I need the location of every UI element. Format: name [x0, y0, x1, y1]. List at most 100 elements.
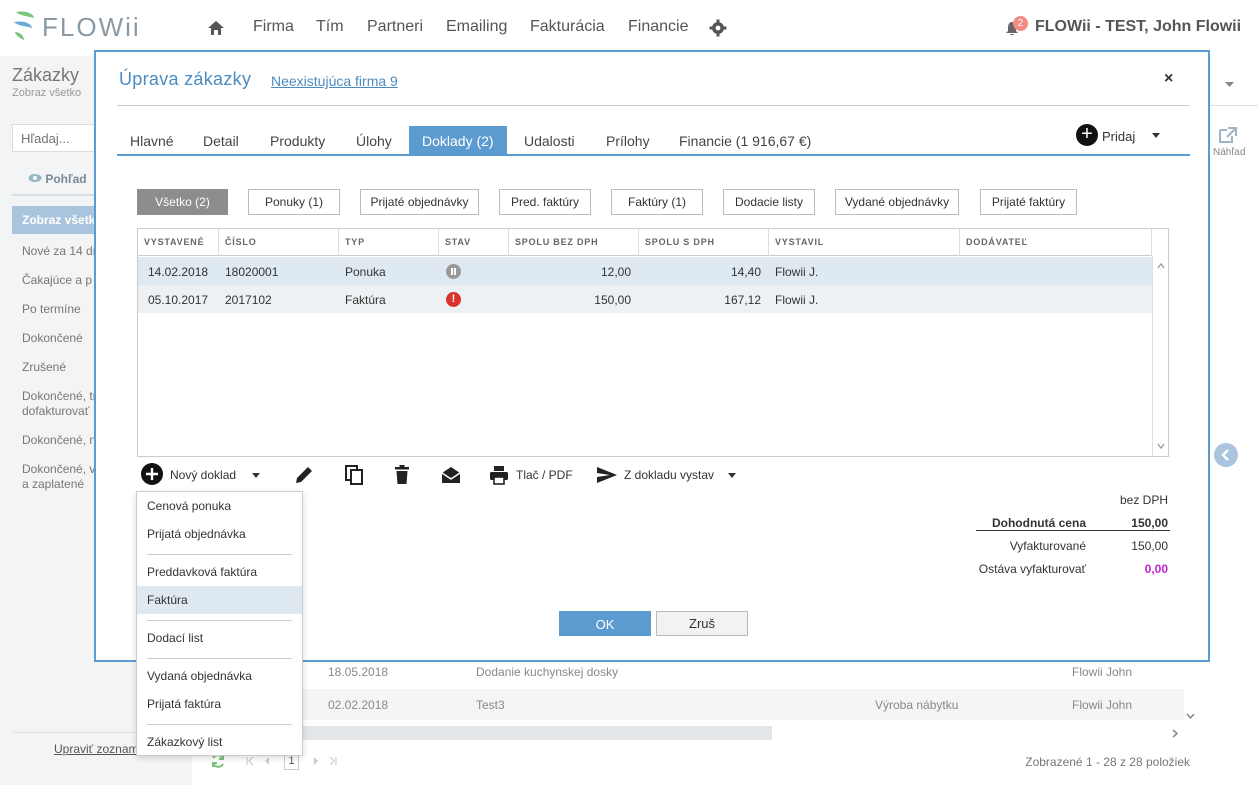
- pencil-icon[interactable]: [293, 464, 315, 486]
- right-dropdown-toggle[interactable]: [1210, 70, 1258, 106]
- column-header[interactable]: ČÍSLO: [219, 229, 339, 256]
- print-pdf-button[interactable]: Tlač / PDF: [488, 460, 578, 490]
- scroll-down-icon[interactable]: [1157, 442, 1165, 450]
- new-document-menu: Cenová ponuka Prijatá objednávka Preddav…: [136, 491, 303, 756]
- cell-type: Ponuka: [345, 265, 386, 279]
- cell-date: 14.02.2018: [148, 265, 209, 279]
- scroll-right-icon[interactable]: [1172, 729, 1179, 738]
- issue-from-document-button[interactable]: Z dokladu vystav: [597, 460, 751, 490]
- filter-received-invoices[interactable]: Prijaté faktúry: [980, 189, 1077, 215]
- filter-item[interactable]: Zrušené: [22, 360, 66, 375]
- menu-item-invoice[interactable]: Faktúra: [137, 586, 302, 614]
- external-link-icon[interactable]: [1218, 126, 1238, 144]
- scroll-down-icon[interactable]: [1186, 713, 1195, 720]
- preview-label[interactable]: Náhľad: [1213, 147, 1245, 158]
- filter-item[interactable]: Nové za 14 dn: [22, 244, 99, 259]
- menu-divider: [147, 724, 292, 725]
- filter-item[interactable]: Dokončené, tr dofakturovať: [22, 389, 97, 419]
- dialog-title: Úprava zákazky: [119, 69, 252, 89]
- collapse-panel-button[interactable]: [1214, 443, 1238, 467]
- menu-item-quote[interactable]: Cenová ponuka: [137, 492, 302, 520]
- agreed-price-row: Dohodnutá cena 150,00: [976, 513, 1171, 535]
- new-document-button[interactable]: Nový doklad: [141, 460, 266, 490]
- first-page-icon[interactable]: [246, 757, 254, 765]
- plus-circle-icon: [141, 463, 163, 485]
- user-account-name[interactable]: FLOWii - TEST, John Flowii: [1035, 18, 1241, 36]
- chevron-left-icon: [1221, 449, 1229, 461]
- tab-prilohy[interactable]: Prílohy: [593, 126, 663, 156]
- nav-tim[interactable]: Tím: [316, 18, 344, 36]
- filter-issued-orders[interactable]: Vydané objednávky: [835, 189, 959, 215]
- plus-icon: +: [1076, 124, 1098, 146]
- filter-item[interactable]: Čakajúce a p: [22, 273, 92, 288]
- cancel-button[interactable]: Zruš: [656, 611, 748, 636]
- tab-produkty[interactable]: Produkty: [257, 126, 338, 156]
- nav-emailing[interactable]: Emailing: [446, 18, 507, 36]
- nav-financie[interactable]: Financie: [628, 18, 688, 36]
- table-row[interactable]: 05.10.2017 2017102 Faktúra ! 150,00 167,…: [138, 285, 1152, 313]
- menu-item-issued-order[interactable]: Vydaná objednávka: [137, 662, 302, 690]
- column-header[interactable]: VYSTAVENÉ: [138, 229, 219, 256]
- vertical-scrollbar[interactable]: [1152, 256, 1169, 456]
- menu-item-delivery-note[interactable]: Dodací list: [137, 624, 302, 652]
- tab-detail[interactable]: Detail: [190, 126, 252, 156]
- cell-number: 18020001: [225, 265, 279, 279]
- nav-firma[interactable]: Firma: [253, 18, 294, 36]
- agreed-price-label: Dohodnutá cena: [991, 516, 1086, 530]
- tab-doklady[interactable]: Doklady (2): [409, 126, 507, 156]
- list-row[interactable]: 02.02.2018 Test3 Výroba nábytku Flowii J…: [300, 689, 1184, 720]
- menu-item-proforma-invoice[interactable]: Preddavková faktúra: [137, 558, 302, 586]
- view-header[interactable]: Pohľad: [28, 172, 87, 186]
- menu-item-received-invoice[interactable]: Prijatá faktúra: [137, 690, 302, 718]
- nav-fakturacia[interactable]: Fakturácia: [530, 18, 605, 36]
- close-icon[interactable]: ×: [1164, 70, 1173, 88]
- filter-item[interactable]: Dokončené: [22, 331, 83, 346]
- nav-partneri[interactable]: Partneri: [367, 18, 423, 36]
- column-header[interactable]: SPOLU S DPH: [639, 229, 769, 256]
- filter-proforma[interactable]: Pred. faktúry: [499, 189, 591, 215]
- filter-item[interactable]: Dokončené, v a zaplatené: [22, 462, 95, 492]
- ok-button[interactable]: OK: [559, 611, 651, 636]
- tab-hlavne[interactable]: Hlavné: [117, 126, 187, 156]
- horizontal-scrollbar[interactable]: [300, 726, 772, 740]
- menu-item-order-sheet[interactable]: Zákazkový list: [137, 728, 302, 756]
- prev-page-icon[interactable]: [264, 757, 270, 765]
- copy-icon[interactable]: [343, 464, 365, 486]
- filter-all[interactable]: Všetko (2): [137, 189, 228, 215]
- filter-quotes[interactable]: Ponuky (1): [248, 189, 340, 215]
- cell-gross: 14,40: [730, 265, 761, 279]
- home-icon[interactable]: [207, 19, 225, 37]
- trash-icon[interactable]: [391, 464, 413, 486]
- tab-udalosti[interactable]: Udalosti: [511, 126, 588, 156]
- tab-ulohy[interactable]: Úlohy: [343, 126, 405, 156]
- tab-financie[interactable]: Financie (1 916,67 €): [666, 126, 824, 156]
- table-row[interactable]: 14.02.2018 18020001 Ponuka 12,00 14,40 F…: [138, 257, 1152, 285]
- cell-net: 12,00: [600, 265, 631, 279]
- menu-divider: [147, 620, 292, 621]
- cell-net: 150,00: [594, 293, 631, 307]
- filter-item[interactable]: Po termíne: [22, 302, 81, 317]
- next-page-icon[interactable]: [313, 757, 319, 765]
- scroll-up-icon[interactable]: [1157, 262, 1165, 270]
- company-link[interactable]: Neexistujúca firma 9: [271, 73, 398, 89]
- column-header[interactable]: TYP: [339, 229, 439, 256]
- filter-received-orders[interactable]: Prijaté objednávky: [360, 189, 479, 215]
- chevron-down-icon: [252, 473, 260, 478]
- column-header[interactable]: VYSTAVIL: [769, 229, 960, 256]
- filter-item[interactable]: Dokončené, n: [22, 433, 96, 448]
- eye-icon: [28, 174, 42, 182]
- page-title: Zákazky: [12, 65, 80, 85]
- filter-delivery-notes[interactable]: Dodacie listy: [723, 189, 815, 215]
- gear-icon[interactable]: [709, 19, 727, 37]
- open-envelope-icon[interactable]: [440, 464, 462, 486]
- column-header[interactable]: DODÁVATEĽ: [960, 229, 1152, 256]
- column-header[interactable]: SPOLU BEZ DPH: [509, 229, 639, 256]
- menu-item-received-order[interactable]: Prijatá objednávka: [137, 520, 302, 548]
- flowii-logo[interactable]: FLOWii: [12, 10, 142, 44]
- cell-issuer: Flowii J.: [775, 265, 819, 279]
- edit-list-link[interactable]: Upraviť zoznam: [54, 742, 139, 756]
- column-header[interactable]: STAV: [439, 229, 509, 256]
- last-page-icon[interactable]: [329, 757, 337, 765]
- documents-table: VYSTAVENÉ ČÍSLO TYP STAV SPOLU BEZ DPH S…: [137, 228, 1169, 457]
- filter-invoices[interactable]: Faktúry (1): [611, 189, 703, 215]
